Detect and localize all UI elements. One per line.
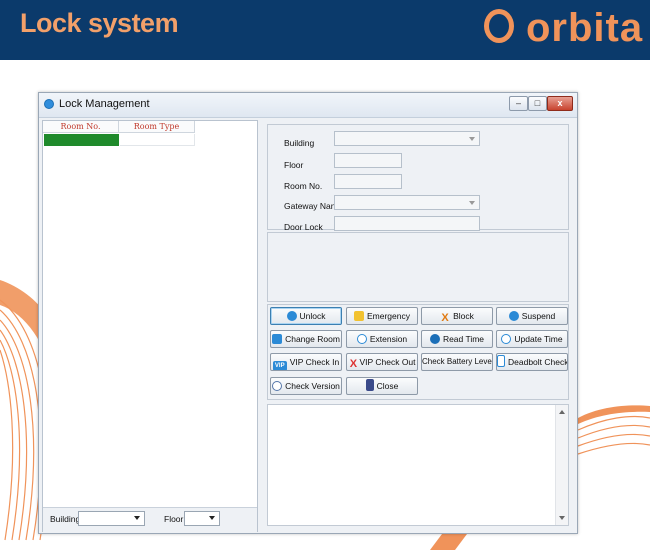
lock-actions: Unlock Emergency X Block Suspend Change R…: [267, 304, 569, 400]
close-window-button[interactable]: x: [547, 96, 573, 111]
window-titlebar[interactable]: Lock Management – □ x: [39, 93, 577, 118]
unlock-button[interactable]: Unlock: [270, 307, 342, 325]
change-room-label: Change Room: [285, 334, 340, 344]
room-list-panel: Room No. Room Type Building Floor: [42, 120, 258, 532]
chevron-down-icon: [209, 516, 215, 520]
check-battery-label: Check Battery Level: [422, 357, 493, 366]
filter-building-label: Building: [50, 514, 81, 524]
close-button[interactable]: Close: [346, 377, 418, 395]
block-button[interactable]: X Block: [421, 307, 493, 325]
lock-control-panel: Building Floor Room No. Gateway Nan Door…: [262, 120, 572, 532]
check-battery-button[interactable]: Check Battery Level: [421, 353, 493, 371]
vip-out-icon: X: [349, 358, 358, 370]
table-row-selected-room-no[interactable]: [44, 134, 119, 146]
deadbolt-icon: [497, 355, 505, 367]
read-time-label: Read Time: [442, 334, 485, 344]
door-exit-icon: [365, 379, 374, 391]
gateway-select[interactable]: [334, 195, 480, 210]
info-area: [267, 232, 569, 302]
scroll-up-icon[interactable]: [559, 410, 565, 414]
room-no-label: Room No.: [284, 181, 323, 191]
close-label: Close: [376, 381, 399, 391]
check-version-label: Check Version: [285, 381, 340, 391]
vip-check-out-label: VIP Check Out: [359, 357, 416, 367]
app-icon: [44, 99, 54, 109]
logo-ring-icon: [484, 9, 514, 43]
check-version-button[interactable]: Check Version: [270, 377, 342, 395]
suspend-icon: [508, 311, 519, 321]
filter-floor-label: Floor: [164, 514, 184, 524]
door-lock-field[interactable]: [334, 216, 480, 231]
maximize-button[interactable]: □: [528, 96, 547, 111]
floor-label: Floor: [284, 160, 304, 170]
logo-text: orbita: [526, 6, 644, 50]
suspend-button[interactable]: Suspend: [496, 307, 568, 325]
column-room-type[interactable]: Room Type: [119, 121, 195, 133]
chevron-down-icon: [469, 137, 475, 141]
emergency-button[interactable]: Emergency: [346, 307, 418, 325]
minimize-button[interactable]: –: [509, 96, 528, 111]
window-title: Lock Management: [59, 98, 150, 110]
clock-icon: [429, 334, 440, 344]
extension-label: Extension: [369, 334, 408, 344]
column-room-no[interactable]: Room No.: [43, 121, 119, 133]
room-no-field[interactable]: [334, 174, 402, 189]
extension-icon: [356, 334, 367, 344]
room-filter-bar: Building Floor: [43, 507, 257, 532]
update-time-button[interactable]: Update Time: [496, 330, 568, 348]
emergency-label: Emergency: [367, 311, 410, 321]
scroll-down-icon[interactable]: [559, 516, 565, 520]
deadbolt-check-button[interactable]: Deadbolt Check: [496, 353, 568, 371]
gateway-label: Gateway Nan: [284, 201, 336, 211]
unlock-icon: [286, 311, 297, 321]
chevron-down-icon: [469, 201, 475, 205]
lock-management-window: Lock Management – □ x Room No. Room Type…: [38, 92, 578, 534]
floor-field[interactable]: [334, 153, 402, 168]
room-details-form: Building Floor Room No. Gateway Nan Door…: [267, 124, 569, 232]
vip-check-out-button[interactable]: X VIP Check Out: [346, 353, 418, 371]
building-label: Building: [284, 138, 315, 148]
read-time-button[interactable]: Read Time: [421, 330, 493, 348]
banner-title: Lock system: [20, 8, 179, 38]
building-select[interactable]: [334, 131, 480, 146]
message-log[interactable]: [267, 404, 569, 526]
filter-building-select[interactable]: [78, 511, 145, 526]
change-room-button[interactable]: Change Room: [270, 330, 342, 348]
block-icon: X: [441, 312, 449, 324]
vip-check-in-button[interactable]: VIP VIP Check In: [270, 353, 342, 371]
filter-floor-select[interactable]: [184, 511, 220, 526]
block-label: Block: [453, 311, 474, 321]
table-row-room-type[interactable]: [120, 134, 195, 146]
orbita-logo: orbita: [482, 5, 644, 53]
emergency-icon: [354, 311, 364, 321]
vip-icon: VIP: [272, 361, 287, 370]
suspend-label: Suspend: [521, 311, 556, 321]
change-room-icon: [272, 334, 283, 344]
door-lock-label: Door Lock: [284, 222, 323, 232]
log-scrollbar[interactable]: [555, 405, 568, 525]
extension-button[interactable]: Extension: [346, 330, 418, 348]
version-icon: [272, 381, 283, 391]
deadbolt-check-label: Deadbolt Check: [508, 357, 568, 367]
refresh-clock-icon: [501, 334, 512, 344]
vip-check-in-label: VIP Check In: [289, 357, 340, 367]
header-banner: Lock system orbita: [0, 0, 650, 60]
update-time-label: Update Time: [514, 334, 563, 344]
unlock-label: Unlock: [299, 311, 326, 321]
chevron-down-icon: [134, 516, 140, 520]
